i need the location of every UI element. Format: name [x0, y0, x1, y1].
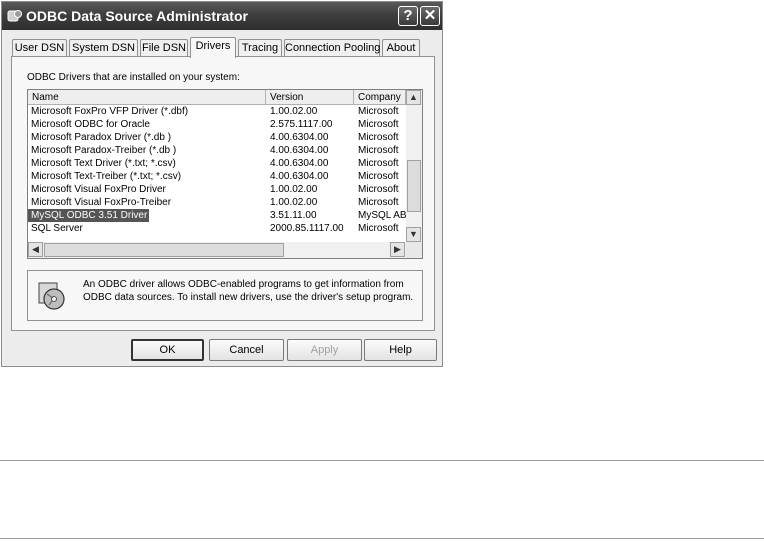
- window-title: ODBC Data Source Administrator: [26, 8, 248, 24]
- driver-version: 1.00.02.00: [270, 197, 318, 208]
- driver-name: Microsoft Text Driver (*.txt; *.csv): [31, 158, 176, 169]
- driver-company: Microsoft: [358, 106, 399, 117]
- tab-system-dsn[interactable]: System DSN: [69, 39, 138, 57]
- driver-company: Microsoft: [358, 119, 399, 130]
- driver-row[interactable]: Microsoft ODBC for Oracle 2.575.1117.00 …: [28, 118, 406, 131]
- column-header-name[interactable]: Name: [28, 90, 266, 105]
- driver-version: 4.00.6304.00: [270, 171, 329, 182]
- tab-connection-pooling[interactable]: Connection Pooling: [284, 39, 380, 57]
- drivers-list[interactable]: Name Version Company Microsoft FoxPro VF…: [27, 89, 423, 259]
- apply-button[interactable]: Apply: [287, 339, 362, 361]
- driver-name: MySQL ODBC 3.51 Driver: [28, 209, 150, 222]
- driver-company: Microsoft: [358, 184, 399, 195]
- driver-row[interactable]: Microsoft Visual FoxPro-Treiber 1.00.02.…: [28, 196, 406, 209]
- help-title-button[interactable]: ?: [398, 6, 418, 26]
- driver-version: 2.575.1117.00: [270, 119, 333, 130]
- cancel-button[interactable]: Cancel: [209, 339, 284, 361]
- driver-name: Microsoft Text-Treiber (*.txt; *.csv): [31, 171, 182, 182]
- ok-button[interactable]: OK: [131, 339, 204, 361]
- close-button[interactable]: ✕: [420, 6, 440, 26]
- driver-company: MySQL AB: [358, 210, 406, 221]
- driver-company: Microsoft: [358, 132, 399, 143]
- column-header-version[interactable]: Version: [266, 90, 354, 105]
- driver-row-selected[interactable]: MySQL ODBC 3.51 Driver 3.51.11.00 MySQL …: [28, 209, 406, 222]
- tab-file-dsn[interactable]: File DSN: [140, 39, 188, 57]
- driver-name: Microsoft FoxPro VFP Driver (*.dbf): [31, 106, 189, 117]
- tab-user-dsn[interactable]: User DSN: [12, 39, 67, 57]
- separator-rule: [0, 538, 764, 539]
- drivers-panel: ODBC Drivers that are installed on your …: [11, 56, 435, 331]
- scroll-down-icon[interactable]: ▼: [406, 227, 421, 242]
- driver-version: 1.00.02.00: [270, 106, 318, 117]
- horizontal-scrollbar[interactable]: ◀ ▶: [28, 242, 406, 258]
- driver-name: Microsoft ODBC for Oracle: [31, 119, 150, 130]
- driver-version: 4.00.6304.00: [270, 132, 329, 143]
- driver-row[interactable]: Microsoft Paradox Driver (*.db ) 4.00.63…: [28, 131, 406, 144]
- vertical-scrollbar[interactable]: ▲ ▼: [406, 90, 422, 242]
- driver-row[interactable]: Microsoft FoxPro VFP Driver (*.dbf) 1.00…: [28, 105, 406, 118]
- driver-company: Microsoft: [358, 158, 399, 169]
- odbc-administrator-window: ODBC Data Source Administrator ? ✕ User …: [1, 1, 443, 367]
- driver-row[interactable]: Microsoft Visual FoxPro Driver 1.00.02.0…: [28, 183, 406, 196]
- separator-rule: [0, 460, 764, 461]
- scrollbar-corner: [406, 242, 422, 258]
- driver-row[interactable]: Microsoft Text Driver (*.txt; *.csv) 4.0…: [28, 157, 406, 170]
- tab-tracing[interactable]: Tracing: [238, 39, 282, 57]
- title-bar[interactable]: ODBC Data Source Administrator ? ✕: [2, 2, 442, 30]
- driver-version: 1.00.02.00: [270, 184, 318, 195]
- driver-name: Microsoft Visual FoxPro Driver: [31, 184, 166, 195]
- driver-row[interactable]: Microsoft Paradox-Treiber (*.db ) 4.00.6…: [28, 144, 406, 157]
- driver-name: SQL Server: [31, 223, 83, 234]
- driver-company: Microsoft: [358, 223, 399, 234]
- driver-company: Microsoft: [358, 197, 399, 208]
- driver-version: 4.00.6304.00: [270, 158, 329, 169]
- driver-row[interactable]: Microsoft Text-Treiber (*.txt; *.csv) 4.…: [28, 170, 406, 183]
- driver-version: 2000.85.1117.00: [270, 223, 344, 234]
- driver-version: 3.51.11.00: [270, 210, 317, 221]
- odbc-app-icon: [7, 10, 22, 22]
- scroll-right-icon[interactable]: ▶: [390, 242, 405, 257]
- horizontal-scroll-thumb[interactable]: [44, 243, 284, 257]
- driver-name: Microsoft Visual FoxPro-Treiber: [31, 197, 172, 208]
- driver-name: Microsoft Paradox Driver (*.db ): [31, 132, 172, 143]
- driver-name: Microsoft Paradox-Treiber (*.db ): [31, 145, 177, 156]
- driver-company: Microsoft: [358, 171, 399, 182]
- driver-info-text: An ODBC driver allows ODBC-enabled progr…: [83, 279, 414, 303]
- vertical-scroll-thumb[interactable]: [407, 160, 421, 212]
- tab-about[interactable]: About: [382, 39, 420, 57]
- column-header-company[interactable]: Company: [354, 90, 406, 105]
- installed-drivers-label: ODBC Drivers that are installed on your …: [27, 72, 240, 83]
- scroll-up-icon[interactable]: ▲: [406, 90, 421, 105]
- help-button[interactable]: Help: [364, 339, 437, 361]
- driver-version: 4.00.6304.00: [270, 145, 329, 156]
- scroll-left-icon[interactable]: ◀: [28, 242, 43, 257]
- tab-drivers[interactable]: Drivers: [190, 37, 236, 58]
- driver-company: Microsoft: [358, 145, 399, 156]
- driver-row[interactable]: SQL Server 2000.85.1117.00 Microsoft: [28, 222, 406, 235]
- odbc-driver-icon: [38, 282, 65, 310]
- driver-info-box: An ODBC driver allows ODBC-enabled progr…: [27, 270, 423, 321]
